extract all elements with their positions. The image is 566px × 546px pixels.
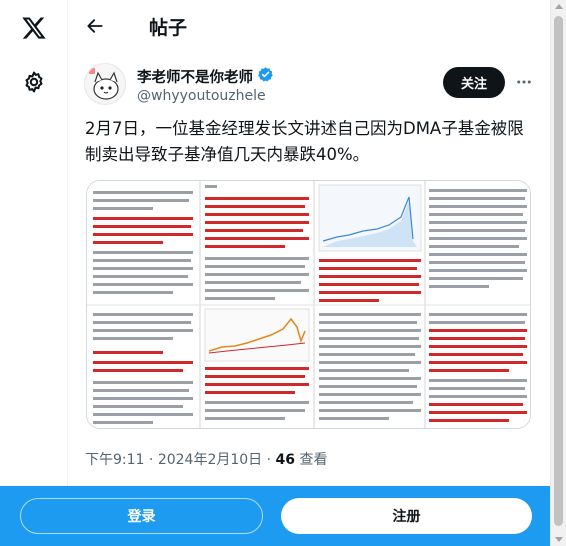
- views-count: 46: [275, 452, 296, 468]
- author-name-text: 李老师不是你老师: [137, 70, 253, 86]
- author-name[interactable]: 李老师不是你老师: [137, 66, 274, 87]
- author-row: 李老师不是你老师 @whyyoutouzhele 关注: [69, 60, 550, 116]
- left-nav: [0, 0, 68, 546]
- more-horizontal-icon[interactable]: [512, 70, 536, 94]
- scroll-up-arrow-icon[interactable]: [555, 4, 563, 9]
- tweet-time[interactable]: 下午9:11: [85, 452, 144, 468]
- main-column: 帖子 李老师不是你老师 @whyyoutouzhele 关注 2月7日，一位基金…: [69, 0, 550, 546]
- avatar[interactable]: [84, 63, 126, 105]
- verified-badge-icon: [257, 66, 274, 87]
- top-bar: 帖子: [69, 0, 550, 52]
- tweet-date[interactable]: 2024年2月10日: [158, 452, 262, 468]
- tweet-meta: 下午9:11 · 2024年2月10日 · 46 查看: [85, 449, 327, 469]
- login-button[interactable]: 登录: [20, 498, 263, 534]
- meta-separator: ·: [148, 452, 154, 468]
- tweet-image[interactable]: [86, 180, 531, 429]
- arrow-left-icon[interactable]: [77, 8, 113, 44]
- article-screenshot-collage: [87, 181, 530, 428]
- page-title: 帖子: [149, 16, 188, 39]
- gear-icon[interactable]: [14, 62, 54, 102]
- x-logo-icon[interactable]: [14, 8, 54, 48]
- tweet-text: 2月7日，一位基金经理发长文讲述自己因为DMA子基金被限制卖出导致子基净值几天内…: [85, 119, 524, 164]
- signup-button[interactable]: 注册: [281, 498, 532, 534]
- scroll-down-arrow-icon[interactable]: [555, 537, 563, 542]
- follow-button[interactable]: 关注: [443, 67, 505, 98]
- login-banner: 登录 注册: [0, 486, 550, 546]
- page-scrollbar[interactable]: [550, 0, 566, 546]
- author-handle[interactable]: @whyyoutouzhele: [137, 88, 266, 104]
- scrollbar-thumb[interactable]: [554, 16, 563, 526]
- views-label: 查看: [299, 452, 328, 468]
- meta-separator-2: ·: [266, 452, 272, 468]
